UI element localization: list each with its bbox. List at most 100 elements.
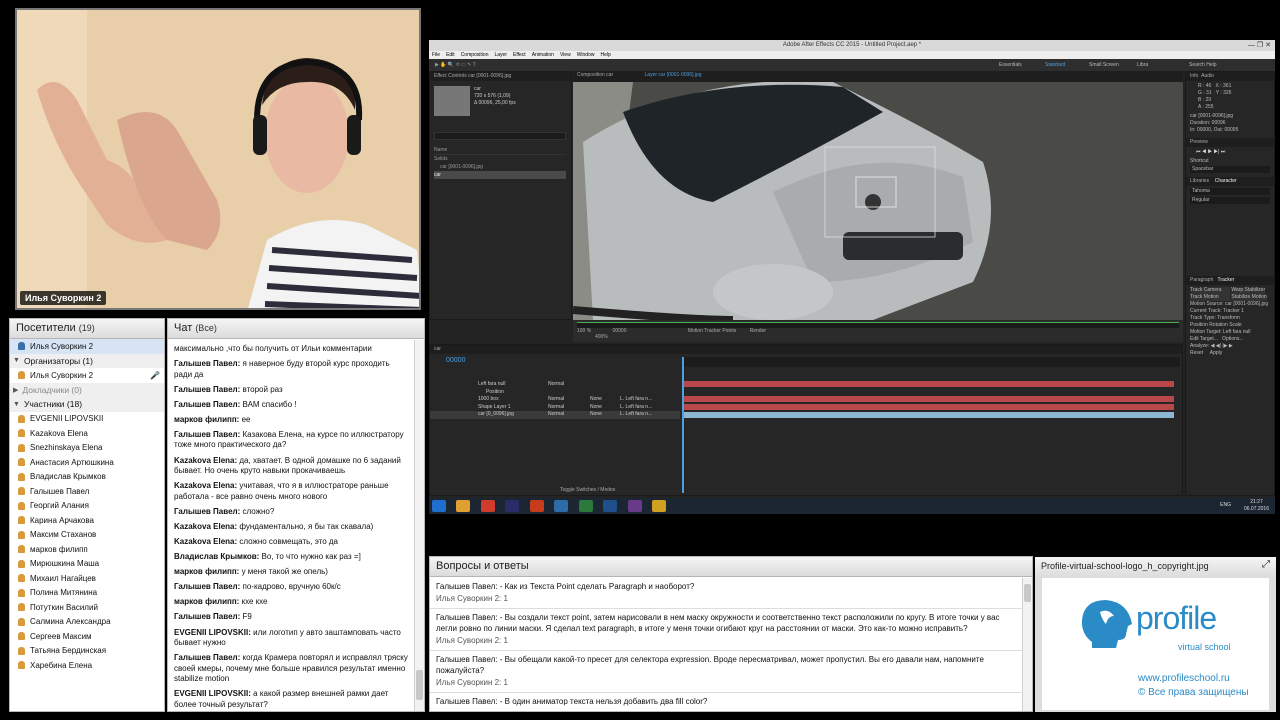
info-tab[interactable]: Info <box>1190 73 1198 79</box>
premiere-icon[interactable] <box>627 500 642 512</box>
current-track-select[interactable]: Tracker 1 <box>1223 308 1244 314</box>
menu-item[interactable]: Help <box>600 52 610 58</box>
visitor-self[interactable]: Илья Суворкин 2 <box>10 339 164 354</box>
layer-row[interactable]: car [0_0096].jpg Normal None L. Left fara n… <box>430 411 680 419</box>
preview-tab[interactable]: Preview <box>1186 138 1274 147</box>
render-checkbox[interactable]: Render <box>750 328 766 334</box>
participant-row[interactable]: Kazakova Elena <box>10 426 164 441</box>
qa-item[interactable]: Галышев Павел: - Вы создали текст point,… <box>430 609 1022 651</box>
time-ruler[interactable] <box>682 357 1180 367</box>
viewer-timecode[interactable]: 00000 <box>613 328 627 334</box>
participant-row[interactable]: Георгий Алания <box>10 499 164 514</box>
track-bar-4[interactable] <box>682 412 1174 418</box>
viewer-zoom[interactable]: 400% <box>595 334 608 340</box>
audio-tab[interactable]: Audio <box>1201 73 1214 79</box>
participants-section[interactable]: ▼ Участники (18) <box>10 397 164 412</box>
options-button[interactable]: Options... <box>1222 336 1243 342</box>
font-select[interactable]: Tahoma <box>1190 188 1270 195</box>
participant-row[interactable]: EVGENII LIPOVSKII <box>10 412 164 427</box>
ws-standard[interactable]: Standard <box>1045 59 1065 71</box>
organizers-section[interactable]: ▼ Организаторы (1) <box>10 353 164 368</box>
chat-scrollbar[interactable] <box>414 340 424 711</box>
toggle-switches[interactable]: Toggle Switches / Modes <box>560 487 615 493</box>
position-checkbox[interactable]: Position <box>1190 322 1208 328</box>
layer-time-ruler[interactable] <box>577 322 1179 328</box>
track-camera-button[interactable]: Track Camera <box>1190 287 1230 294</box>
layer-prop-row[interactable]: Position <box>430 389 680 397</box>
motion-source-select[interactable]: car [0001-0096].jpg <box>1225 301 1268 307</box>
participant-row[interactable]: Харебина Елена <box>10 658 164 673</box>
participant-row[interactable]: Полина Митянина <box>10 586 164 601</box>
system-clock[interactable]: 21:27 06.07.2016 <box>1244 499 1269 513</box>
menu-item[interactable]: Composition <box>461 52 489 58</box>
menu-item[interactable]: Effect <box>513 52 526 58</box>
menu-item[interactable]: View <box>560 52 571 58</box>
tracker-tab[interactable]: Tracker <box>1218 277 1235 283</box>
viewer-view-select[interactable]: Motion Tracker Points <box>688 328 736 334</box>
excel-icon[interactable] <box>578 500 593 512</box>
warp-stabilizer-button[interactable]: Warp Stabilizer <box>1231 287 1266 294</box>
composition-tab[interactable]: Composition car <box>577 72 613 78</box>
comp-viewer[interactable] <box>573 82 1183 320</box>
after-effects-icon[interactable] <box>505 500 520 512</box>
participant-row[interactable]: Карина Арчакова <box>10 513 164 528</box>
playhead[interactable] <box>682 357 684 493</box>
start-icon[interactable] <box>432 500 446 512</box>
menu-item[interactable]: Animation <box>532 52 554 58</box>
project-search[interactable] <box>434 132 566 140</box>
speakers-section[interactable]: ▶ Докладчики (0) <box>10 382 164 397</box>
layer-row[interactable]: 1000 box Normal None L. Left fara n... <box>430 396 680 404</box>
layer-tab[interactable]: Layer car [0001-0096].jpg <box>645 72 702 78</box>
participant-row[interactable]: Татьяна Бердинская <box>10 644 164 659</box>
apply-button[interactable]: Apply <box>1210 350 1223 356</box>
qa-item[interactable]: Галышев Павел: - В один аниматор текста … <box>430 693 1022 711</box>
participant-row[interactable]: Потуткин Василий <box>10 600 164 615</box>
menu-item[interactable]: Edit <box>446 52 455 58</box>
playback-controls-icon[interactable]: ⏮ ◀ ▶ ▶| ⏭ <box>1186 147 1274 158</box>
menu-item[interactable]: File <box>432 52 440 58</box>
photoshop-icon[interactable] <box>603 500 618 512</box>
participant-row[interactable]: марков филипп <box>10 542 164 557</box>
illustrator-icon[interactable] <box>529 500 544 512</box>
folder-icon[interactable] <box>652 500 667 512</box>
rotation-checkbox[interactable]: Rotation <box>1209 322 1228 328</box>
track-bar-2[interactable] <box>682 396 1174 402</box>
participant-row[interactable]: Snezhinskaya Elena <box>10 441 164 456</box>
track-type-select[interactable]: Transform <box>1217 315 1240 321</box>
participant-row[interactable]: Анастасия Артюшкина <box>10 455 164 470</box>
window-controls-icon[interactable]: — ❐ ✕ <box>1248 41 1271 49</box>
qa-item[interactable]: Галышев Павел: - Вы обещали какой-то пре… <box>430 651 1022 693</box>
timeline-timecode[interactable]: 00000 <box>446 357 465 364</box>
search-help[interactable]: Search Help <box>1189 59 1217 71</box>
effect-controls-tab[interactable]: Effect Controls car [0001-0096].jpg <box>430 72 571 81</box>
track-motion-button[interactable]: Track Motion <box>1190 294 1230 301</box>
tools-icon[interactable]: ▶ ✋ 🔍 ⟲ ▭ ✎ T <box>429 59 569 71</box>
stabilize-motion-button[interactable]: Stabilize Motion <box>1231 294 1267 301</box>
participant-row[interactable]: Сергеев Максим <box>10 629 164 644</box>
track-bar-1[interactable] <box>682 381 1174 387</box>
ws-libra[interactable]: Libra <box>1137 59 1148 71</box>
project-row-comp[interactable]: car <box>434 171 566 179</box>
participant-row[interactable]: Владислав Крымков <box>10 470 164 485</box>
qa-item[interactable]: Галышев Павел: - Как из Текста Point сде… <box>430 578 1022 609</box>
fullscreen-icon[interactable]: ⤢ <box>1262 559 1270 570</box>
viewer-scale[interactable]: 100 % <box>577 328 591 334</box>
chrome-icon[interactable] <box>480 500 495 512</box>
track-bar-3[interactable] <box>682 404 1174 410</box>
edit-target-button[interactable]: Edit Target... <box>1190 336 1218 342</box>
layer-row[interactable]: Shape Layer 1 Normal None L. Left fara n... <box>430 404 680 412</box>
explorer-icon[interactable] <box>456 500 471 512</box>
style-select[interactable]: Regular <box>1190 197 1270 204</box>
participant-row[interactable]: Максим Стаханов <box>10 528 164 543</box>
project-row-footage[interactable]: car [0001-0096].jpg <box>434 163 566 171</box>
ws-essentials[interactable]: Essentials <box>999 59 1022 71</box>
menu-item[interactable]: Window <box>577 52 595 58</box>
word-icon[interactable] <box>554 500 569 512</box>
qa-scroll-thumb[interactable] <box>1024 584 1031 602</box>
language-indicator[interactable]: ENG <box>1220 502 1231 508</box>
ws-small-screen[interactable]: Small Screen <box>1089 59 1119 71</box>
organizer-row[interactable]: Илья Суворкин 2 🎤 <box>10 368 164 383</box>
timeline-tab[interactable]: car <box>430 345 1182 354</box>
reset-button[interactable]: Reset <box>1190 350 1203 356</box>
character-tab[interactable]: Character <box>1215 178 1237 184</box>
